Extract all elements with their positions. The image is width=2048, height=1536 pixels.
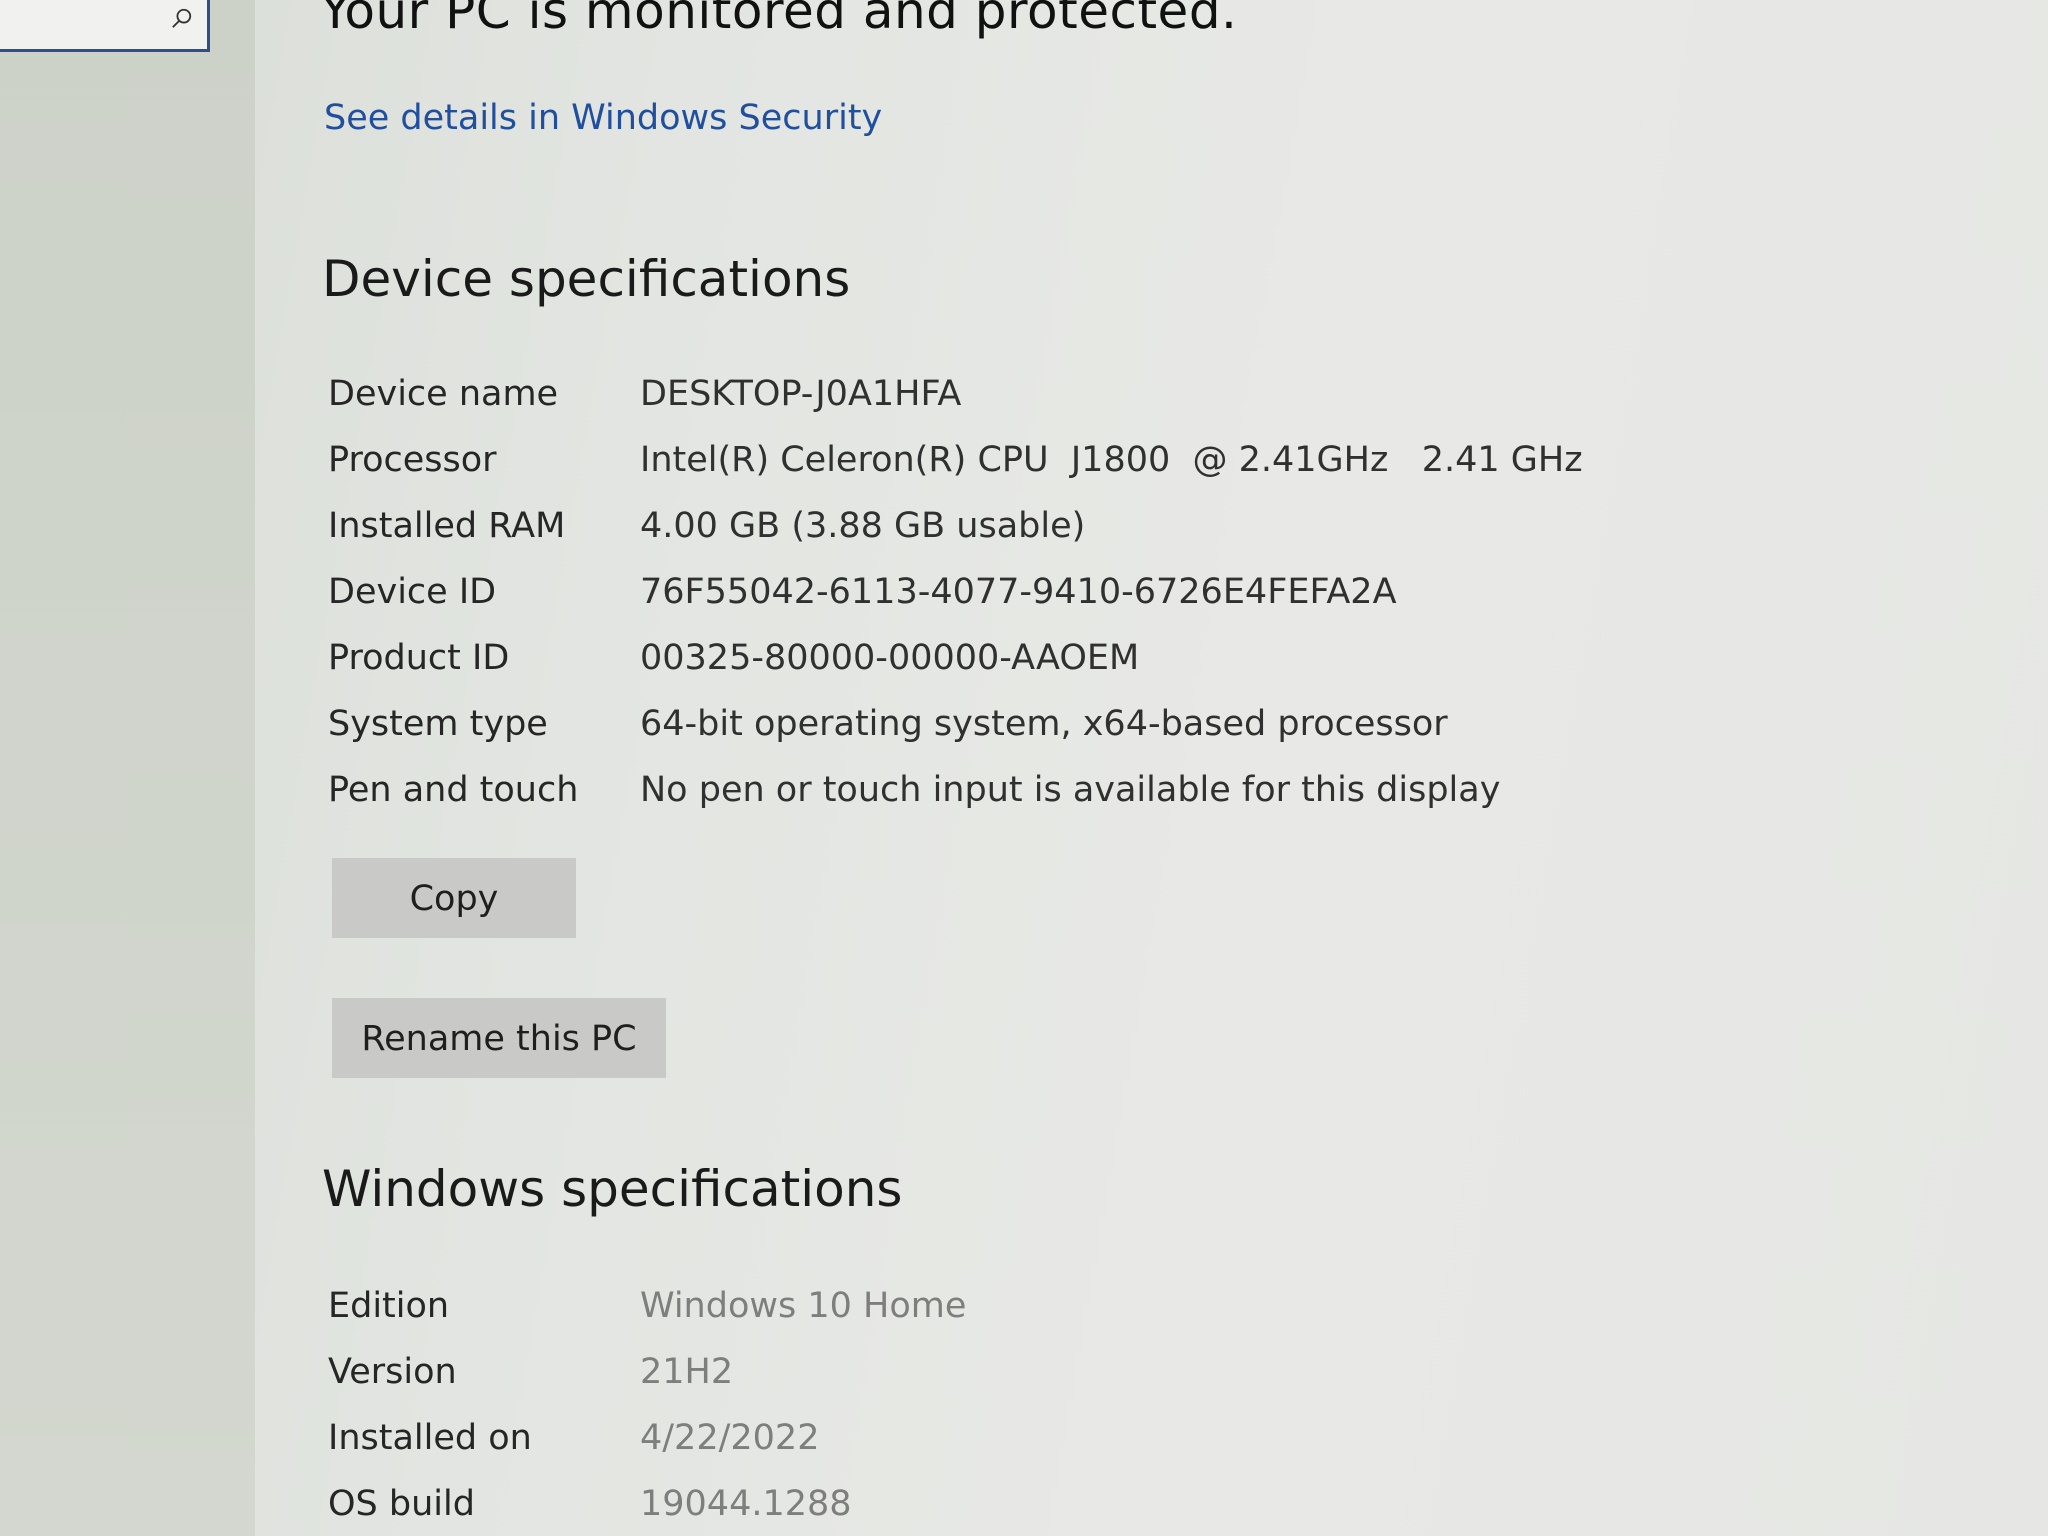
spec-value: 64-bit operating system, x64-based proce…	[640, 704, 1448, 744]
protection-status-title: Your PC is monitored and protected.	[320, 0, 1238, 40]
spec-row-edition: Edition Windows 10 Home	[328, 1276, 1828, 1342]
spec-row-installed-ram: Installed RAM 4.00 GB (3.88 GB usable)	[328, 496, 1828, 562]
windows-specifications-heading: Windows specifications	[322, 1160, 903, 1218]
spec-label: System type	[328, 704, 548, 744]
spec-row-device-name: Device name DESKTOP-J0A1HFA	[328, 364, 1828, 430]
settings-window: Your PC is monitored and protected. See …	[0, 0, 2048, 1536]
spec-value: 19044.1288	[640, 1484, 852, 1524]
spec-label: Device name	[328, 374, 559, 414]
spec-value: 76F55042-6113-4077-9410-6726E4FEFA2A	[640, 572, 1397, 612]
spec-row-processor: Processor Intel(R) Celeron(R) CPU J1800 …	[328, 430, 1828, 496]
spec-label: Installed on	[328, 1418, 532, 1458]
spec-value: 4/22/2022	[640, 1418, 820, 1458]
spec-label: Processor	[328, 440, 497, 480]
spec-row-os-build: OS build 19044.1288	[328, 1474, 1828, 1536]
spec-row-version: Version 21H2	[328, 1342, 1828, 1408]
spec-row-product-id: Product ID 00325-80000-00000-AAOEM	[328, 628, 1828, 694]
spec-value: 00325-80000-00000-AAOEM	[640, 638, 1140, 678]
spec-value: 21H2	[640, 1352, 734, 1392]
spec-label: Edition	[328, 1286, 450, 1326]
about-content: Your PC is monitored and protected. See …	[320, 0, 2020, 1536]
spec-row-system-type: System type 64-bit operating system, x64…	[328, 694, 1828, 760]
spec-row-pen-and-touch: Pen and touch No pen or touch input is a…	[328, 760, 1828, 826]
windows-specifications-table: Edition Windows 10 Home Version 21H2 Ins…	[328, 1276, 1828, 1536]
device-specifications-heading: Device specifications	[322, 250, 851, 308]
rename-pc-button[interactable]: Rename this PC	[332, 998, 666, 1078]
spec-value: Intel(R) Celeron(R) CPU J1800 @ 2.41GHz …	[640, 440, 1583, 480]
windows-security-link[interactable]: See details in Windows Security	[324, 98, 882, 138]
search-icon	[172, 8, 192, 28]
navigation-pane	[0, 0, 255, 1536]
spec-value: Windows 10 Home	[640, 1286, 967, 1326]
spec-label: Pen and touch	[328, 770, 579, 810]
spec-value: DESKTOP-J0A1HFA	[640, 374, 962, 414]
spec-row-device-id: Device ID 76F55042-6113-4077-9410-6726E4…	[328, 562, 1828, 628]
spec-label: Installed RAM	[328, 506, 566, 546]
spec-value: 4.00 GB (3.88 GB usable)	[640, 506, 1086, 546]
spec-label: Product ID	[328, 638, 510, 678]
copy-button[interactable]: Copy	[332, 858, 576, 938]
spec-label: Version	[328, 1352, 457, 1392]
spec-label: OS build	[328, 1484, 475, 1524]
spec-row-installed-on: Installed on 4/22/2022	[328, 1408, 1828, 1474]
device-specifications-table: Device name DESKTOP-J0A1HFA Processor In…	[328, 364, 1828, 826]
spec-label: Device ID	[328, 572, 497, 612]
spec-value: No pen or touch input is available for t…	[640, 770, 1501, 810]
search-input[interactable]	[0, 0, 210, 52]
